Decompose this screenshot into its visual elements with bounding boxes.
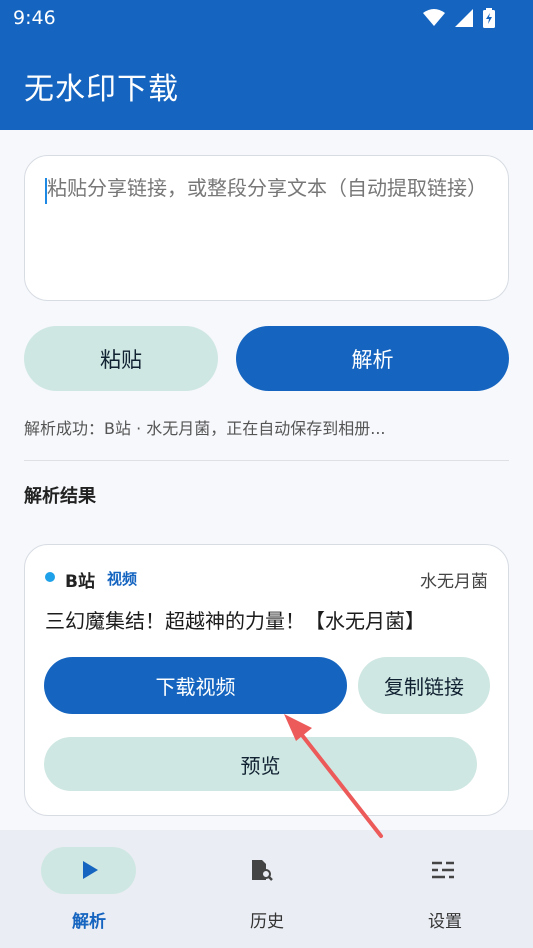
nav-label-parse: 解析: [72, 912, 106, 932]
copy-link-button[interactable]: 复制链接: [358, 657, 490, 714]
status-icons: [423, 7, 495, 29]
app-title: 无水印下载: [24, 72, 179, 107]
wifi-icon: [423, 9, 445, 26]
paste-button[interactable]: 粘贴: [24, 326, 218, 391]
nav-item-settings[interactable]: 设置: [356, 830, 533, 948]
play-icon: [83, 861, 98, 879]
result-card: B站 视频 水无月菌 三幻魔集结！超越神的力量！【水无月菌】 下载视频 复制链接…: [24, 544, 509, 816]
video-title: 三幻魔集结！超越神的力量！【水无月菌】: [45, 609, 425, 633]
status-time: 9:46: [13, 7, 56, 29]
bottom-navigation: 解析 历史 设置: [0, 830, 533, 948]
app-bar: 9:46 无水印下载: [0, 0, 533, 130]
history-icon: [252, 860, 273, 881]
platform-label: B站: [65, 572, 95, 592]
nav-item-parse[interactable]: 解析: [0, 830, 178, 948]
input-placeholder: 粘贴分享链接，或整段分享文本（自动提取链接）: [47, 176, 487, 200]
preview-button[interactable]: 预览: [44, 737, 477, 791]
parse-button[interactable]: 解析: [236, 326, 509, 391]
nav-label-settings: 设置: [428, 912, 462, 932]
author-name: 水无月菌: [420, 572, 488, 592]
divider: [24, 460, 509, 461]
settings-icon: [432, 861, 454, 879]
nav-item-history[interactable]: 历史: [178, 830, 356, 948]
battery-icon: [483, 8, 495, 28]
parse-status-text: 解析成功：B站 · 水无月菌，正在自动保存到相册...: [24, 419, 386, 438]
media-type-label: 视频: [107, 570, 138, 588]
nav-label-history: 历史: [250, 912, 284, 932]
results-section-title: 解析结果: [24, 486, 96, 507]
download-video-button[interactable]: 下载视频: [44, 657, 347, 714]
platform-dot-icon: [45, 572, 55, 582]
status-bar: 9:46: [0, 0, 533, 36]
signal-icon: [455, 9, 473, 27]
main-content: 粘贴分享链接，或整段分享文本（自动提取链接） 粘贴 解析 解析成功：B站 · 水…: [0, 130, 533, 830]
share-link-input[interactable]: 粘贴分享链接，或整段分享文本（自动提取链接）: [24, 155, 509, 301]
